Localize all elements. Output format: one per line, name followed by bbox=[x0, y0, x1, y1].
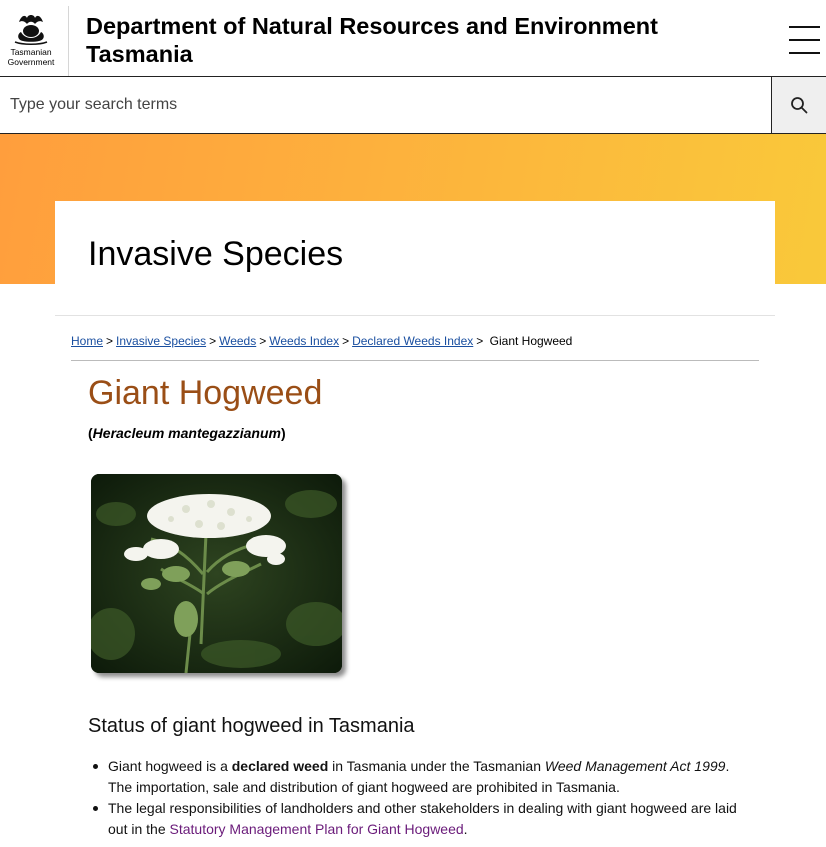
section-heading: Status of giant hogweed in Tasmania bbox=[88, 715, 415, 737]
breadcrumb-current: Giant Hogweed bbox=[489, 334, 573, 348]
scientific-name: (Heracleum mantegazzianum) bbox=[88, 425, 286, 441]
breadcrumb-link-weeds[interactable]: Weeds bbox=[219, 334, 256, 348]
site-header: Tasmanian Government Department of Natur… bbox=[0, 0, 826, 77]
breadcrumb-separator: > bbox=[259, 334, 267, 348]
scientific-name-text: Heracleum mantegazzianum bbox=[92, 425, 281, 441]
department-name[interactable]: Department of Natural Resources and Envi… bbox=[86, 12, 726, 68]
divider bbox=[55, 315, 775, 316]
breadcrumb-link-home[interactable]: Home bbox=[71, 334, 103, 348]
giant-hogweed-photo bbox=[91, 474, 342, 673]
search-icon bbox=[791, 97, 808, 114]
breadcrumb-separator: > bbox=[476, 334, 484, 348]
bullet-bold-text: declared weed bbox=[231, 758, 329, 774]
divider bbox=[71, 360, 759, 361]
banner-title-card: Invasive Species bbox=[55, 201, 775, 285]
logo-text-government: Government bbox=[7, 57, 55, 67]
status-list: Giant hogweed is a declared weed in Tasm… bbox=[93, 756, 748, 840]
page-title: Giant Hogweed bbox=[88, 374, 323, 412]
hamburger-menu-icon[interactable] bbox=[787, 25, 823, 55]
breadcrumb-link-weeds-index[interactable]: Weeds Index bbox=[269, 334, 339, 348]
breadcrumb-link-declared-weeds-index[interactable]: Declared Weeds Index bbox=[352, 334, 473, 348]
statutory-management-plan-link[interactable]: Statutory Management Plan for Giant Hogw… bbox=[170, 821, 464, 837]
bullet-text: . bbox=[463, 821, 468, 837]
list-item: The legal responsibilities of landholder… bbox=[93, 798, 748, 840]
breadcrumb: Home > Invasive Species > Weeds > Weeds Index >… bbox=[71, 333, 572, 349]
tasmanian-crest-icon bbox=[14, 15, 48, 45]
breadcrumb-link-invasive-species[interactable]: Invasive Species bbox=[116, 334, 206, 348]
breadcrumb-separator: > bbox=[106, 334, 114, 348]
bullet-italic-text: Weed Management Act 1999 bbox=[544, 758, 726, 774]
tasmanian-government-logo[interactable]: Tasmanian Government bbox=[0, 6, 62, 70]
header-divider bbox=[68, 6, 69, 76]
search-input[interactable] bbox=[0, 77, 772, 133]
menu-bar bbox=[789, 26, 820, 28]
list-item: Giant hogweed is a declared weed in Tasm… bbox=[93, 756, 748, 798]
menu-bar bbox=[789, 39, 820, 41]
breadcrumb-separator: > bbox=[209, 334, 217, 348]
logo-text-tasmanian: Tasmanian bbox=[10, 47, 52, 57]
search-bar bbox=[0, 77, 826, 134]
breadcrumb-separator: > bbox=[342, 334, 350, 348]
bullet-text: Giant hogweed is a bbox=[108, 758, 232, 774]
bullet-text: in Tasmania under the Tasmanian bbox=[328, 758, 545, 774]
department-name-line2: Tasmania bbox=[86, 41, 193, 67]
menu-bar bbox=[789, 52, 820, 54]
search-button[interactable] bbox=[771, 77, 826, 133]
department-name-line1: Department of Natural Resources and Envi… bbox=[86, 13, 658, 39]
giant-hogweed-image bbox=[91, 474, 342, 673]
section-title: Invasive Species bbox=[88, 235, 344, 273]
